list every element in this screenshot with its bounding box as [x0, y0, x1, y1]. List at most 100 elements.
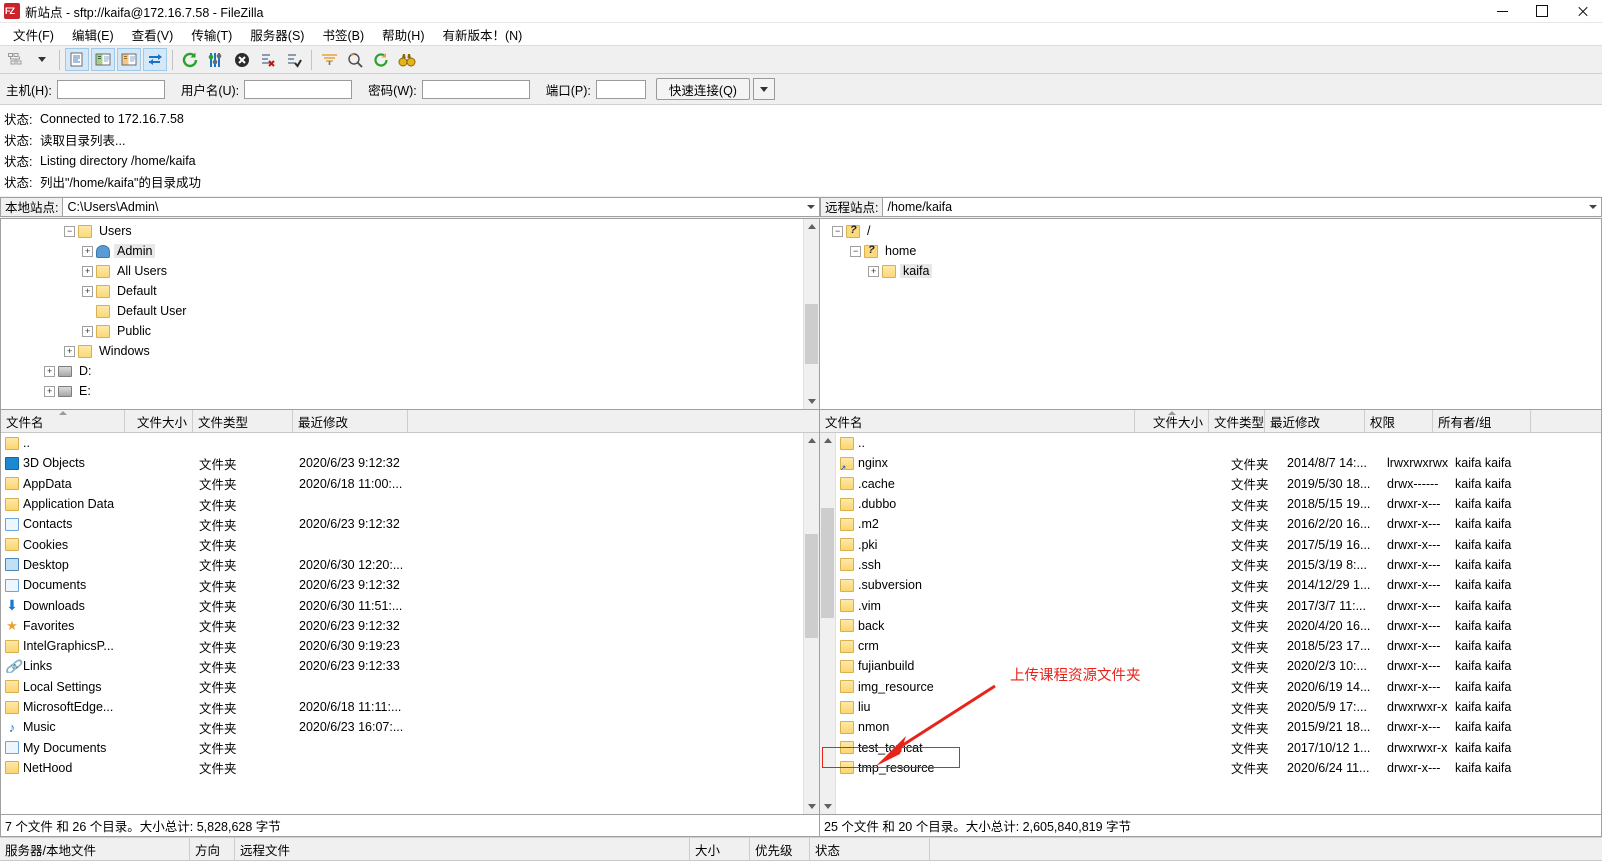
local-site-path-combo[interactable]: C:\Users\Admin\	[63, 197, 820, 217]
menu-bookmarks[interactable]: 书签(B)	[313, 23, 373, 46]
collapse-expander-icon[interactable]: −	[832, 225, 843, 237]
scroll-track[interactable]	[804, 448, 819, 799]
filter-icon[interactable]	[317, 48, 341, 71]
tree-node-kaifa[interactable]: + kaifa	[820, 261, 1601, 281]
password-input[interactable]	[421, 79, 530, 99]
quick-connect-button[interactable]: 快速连接(Q)	[655, 78, 750, 100]
file-row[interactable]: fujianbuild 文件夹 2020/2/3 10:... drwxr-x--- k…	[836, 656, 1601, 676]
menu-transfer[interactable]: 传输(T)	[182, 23, 241, 46]
expand-expander-icon[interactable]: +	[82, 285, 93, 297]
file-row[interactable]: IntelGraphicsP... 文件夹 2020/6/30 9:19:23	[1, 636, 803, 656]
collapse-expander-icon[interactable]: −	[64, 225, 75, 237]
file-row[interactable]: Local Settings 文件夹	[1, 677, 803, 697]
file-row[interactable]: .cache 文件夹 2019/5/30 18... drwx------ kaifa …	[836, 474, 1601, 494]
search-remote-files-icon[interactable]	[395, 48, 419, 71]
scroll-up-button[interactable]	[804, 433, 819, 448]
file-row[interactable]: liu 文件夹 2020/5/9 17:... drwxrwxr-x kaifa kai…	[836, 697, 1601, 717]
file-row[interactable]: NetHood 文件夹	[1, 758, 803, 778]
host-input[interactable]	[56, 79, 165, 99]
menu-help[interactable]: 帮助(H)	[373, 23, 433, 46]
expand-expander-icon[interactable]: +	[64, 345, 75, 357]
queue-column-size[interactable]: 大小	[690, 838, 750, 860]
column-header-filesize[interactable]: 文件大小	[1135, 410, 1209, 432]
file-row[interactable]: Documents 文件夹 2020/6/23 9:12:32	[1, 575, 803, 595]
scroll-thumb[interactable]	[805, 304, 818, 364]
tree-node-windows[interactable]: + Windows	[1, 341, 803, 361]
toggle-message-log-icon[interactable]	[65, 48, 89, 71]
menu-view[interactable]: 查看(V)	[123, 23, 183, 46]
file-row[interactable]: test_tomcat 文件夹 2017/10/12 1... drwxrwxr-x k…	[836, 737, 1601, 757]
file-row[interactable]: ♪ Music 文件夹 2020/6/23 16:07:...	[1, 717, 803, 737]
scroll-up-button[interactable]	[804, 219, 819, 234]
file-row[interactable]: .subversion 文件夹 2014/12/29 1... drwxr-x--- k…	[836, 575, 1601, 595]
file-row[interactable]: .dubbo 文件夹 2018/5/15 19... drwxr-x--- kaifa …	[836, 494, 1601, 514]
menu-new-version[interactable]: 有新版本！(N)	[433, 23, 531, 46]
tree-node-root[interactable]: − /	[820, 221, 1601, 241]
scroll-up-button[interactable]	[820, 433, 835, 448]
file-row[interactable]: My Documents 文件夹	[1, 737, 803, 757]
file-row[interactable]: img_resource 文件夹 2020/6/19 14... drwxr-x---…	[836, 677, 1601, 697]
queue-column-server-local-file[interactable]: 服务器/本地文件	[0, 838, 190, 860]
menu-file[interactable]: 文件(F)	[4, 23, 63, 46]
tree-node-public[interactable]: + Public	[1, 321, 803, 341]
column-header-modified[interactable]: 最近修改	[1265, 410, 1365, 432]
remote-site-path-combo[interactable]: /home/kaifa	[883, 197, 1602, 217]
local-directory-tree[interactable]: − Users + Admin + All Users + Default De…	[0, 218, 820, 410]
column-header-modified[interactable]: 最近修改	[293, 410, 408, 432]
column-header-filename[interactable]: 文件名	[820, 410, 1135, 432]
file-row[interactable]: .m2 文件夹 2016/2/20 16... drwxr-x--- kaifa kai…	[836, 514, 1601, 534]
column-header-filetype[interactable]: 文件类型	[1209, 410, 1265, 432]
tree-node-drive-d[interactable]: + D:	[1, 361, 803, 381]
remote-list-scrollbar[interactable]	[820, 433, 836, 814]
file-row[interactable]: tmp_resource 文件夹 2020/6/24 11... drwxr-x---…	[836, 758, 1601, 778]
scroll-track[interactable]	[820, 448, 835, 799]
file-row[interactable]: crm 文件夹 2018/5/23 17... drwxr-x--- kaifa kai…	[836, 636, 1601, 656]
column-header-filesize[interactable]: 文件大小	[125, 410, 193, 432]
minimize-button[interactable]	[1482, 0, 1522, 22]
local-file-list[interactable]: 文件名 文件大小 文件类型 最近修改 .. 3D Objects 文件夹 2020/6…	[0, 410, 820, 815]
tree-node-default-user[interactable]: Default User	[1, 301, 803, 321]
file-row[interactable]: 🔗 Links 文件夹 2020/6/23 9:12:33	[1, 656, 803, 676]
remote-directory-tree[interactable]: − / − home + kaifa	[820, 218, 1602, 410]
menu-server[interactable]: 服务器(S)	[241, 23, 313, 46]
tree-node-all-users[interactable]: + All Users	[1, 261, 803, 281]
queue-column-remote-file[interactable]: 远程文件	[235, 838, 690, 860]
menu-edit[interactable]: 编辑(E)	[63, 23, 123, 46]
username-input[interactable]	[244, 79, 353, 99]
file-row[interactable]: ★ Favorites 文件夹 2020/6/23 9:12:32	[1, 616, 803, 636]
column-header-permissions[interactable]: 权限	[1365, 410, 1433, 432]
file-row[interactable]: ..	[836, 433, 1601, 453]
tree-node-drive-e[interactable]: + E:	[1, 381, 803, 401]
file-row[interactable]: 3D Objects 文件夹 2020/6/23 9:12:32	[1, 453, 803, 473]
file-row[interactable]: Contacts 文件夹 2020/6/23 9:12:32	[1, 514, 803, 534]
local-site-path-dropdown[interactable]	[802, 198, 819, 216]
synchronized-browsing-icon[interactable]	[369, 48, 393, 71]
column-header-owner-group[interactable]: 所有者/组	[1433, 410, 1531, 432]
file-row[interactable]: back 文件夹 2020/4/20 16... drwxr-x--- kaifa ka…	[836, 616, 1601, 636]
tree-node-admin[interactable]: + Admin	[1, 241, 803, 261]
site-manager-dropdown-icon[interactable]	[30, 48, 54, 71]
file-row[interactable]: ..	[1, 433, 803, 453]
maximize-button[interactable]	[1522, 0, 1562, 22]
expand-expander-icon[interactable]: +	[44, 385, 55, 397]
queue-column-direction[interactable]: 方向	[190, 838, 235, 860]
port-input[interactable]	[595, 79, 646, 99]
expand-expander-icon[interactable]: +	[82, 265, 93, 277]
close-button[interactable]	[1562, 0, 1602, 22]
file-row[interactable]: .vim 文件夹 2017/3/7 11:... drwxr-x--- kaifa ka…	[836, 595, 1601, 615]
scroll-down-button[interactable]	[820, 799, 835, 814]
remote-site-path-dropdown[interactable]	[1584, 198, 1601, 216]
column-header-filename[interactable]: 文件名	[1, 410, 125, 432]
queue-column-priority[interactable]: 优先级	[750, 838, 810, 860]
quick-connect-dropdown[interactable]	[752, 78, 775, 100]
collapse-expander-icon[interactable]: −	[850, 245, 861, 257]
column-header-filetype[interactable]: 文件类型	[193, 410, 293, 432]
expand-expander-icon[interactable]: +	[82, 245, 93, 257]
expand-expander-icon[interactable]: +	[44, 365, 55, 377]
remote-file-list[interactable]: 文件名 文件大小 文件类型 最近修改 权限 所有者/组 .. ↗ nginx 文…	[820, 410, 1602, 815]
queue-column-status[interactable]: 状态	[810, 838, 930, 860]
disconnect-icon[interactable]	[256, 48, 280, 71]
scroll-down-button[interactable]	[804, 394, 819, 409]
toggle-remote-tree-icon[interactable]	[117, 48, 141, 71]
local-tree-scrollbar[interactable]	[803, 219, 819, 409]
